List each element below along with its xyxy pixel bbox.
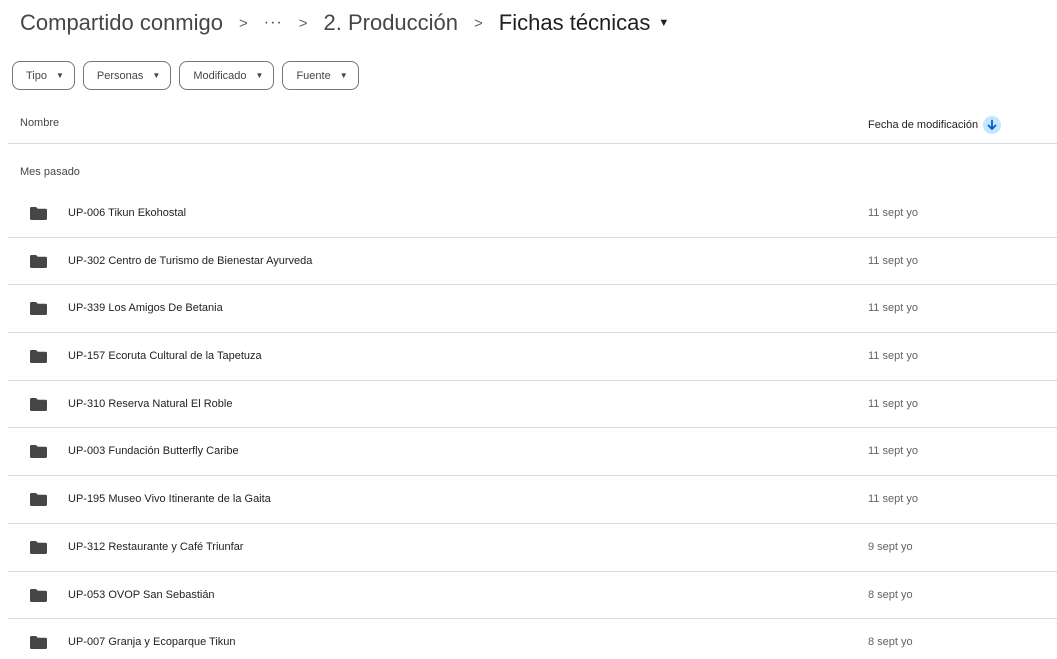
file-name: UP-195 Museo Vivo Itinerante de la Gaita: [68, 493, 271, 506]
folder-icon: [30, 493, 47, 507]
caret-down-icon: ▼: [56, 71, 64, 80]
folder-icon: [30, 350, 47, 364]
breadcrumb: Compartido conmigo > ··· > 2. Producción…: [16, 6, 673, 40]
file-row[interactable]: UP-195 Museo Vivo Itinerante de la Gaita…: [8, 476, 1057, 524]
caret-down-icon: ▼: [658, 17, 670, 29]
file-name: UP-302 Centro de Turismo de Bienestar Ay…: [68, 254, 313, 267]
file-name: UP-003 Fundación Butterfly Caribe: [68, 445, 239, 458]
filter-label: Tipo: [26, 69, 47, 82]
filter-modified-button[interactable]: Modificado ▼: [179, 61, 275, 90]
caret-down-icon: ▼: [339, 71, 348, 80]
folder-icon: [30, 207, 47, 220]
folder-icon: [30, 397, 47, 411]
current-folder-title: Fichas técnicas: [498, 10, 651, 35]
file-name: UP-157 Ecoruta Cultural de la Tapetuza: [68, 350, 262, 363]
file-row[interactable]: UP-312 Restaurante y Café Triunfar 9 sept…: [8, 524, 1057, 572]
chevron-right-icon: >: [298, 14, 308, 32]
filter-people-button[interactable]: Personas ▼: [82, 61, 172, 90]
chevron-right-icon: >: [238, 14, 248, 32]
caret-down-icon: ▼: [152, 71, 161, 80]
file-name: UP-007 Granja y Ecoparque Tikun: [68, 636, 236, 649]
filter-bar: Tipo ▼ Personas ▼ Modificado ▼ Fuente ▼: [12, 61, 359, 90]
file-row[interactable]: UP-157 Ecoruta Cultural de la Tapetuza 11…: [8, 333, 1057, 381]
file-name: UP-312 Restaurante y Café Triunfar: [68, 540, 244, 553]
breadcrumb-current-folder[interactable]: Fichas técnicas ▼: [495, 8, 674, 38]
file-row[interactable]: UP-310 Reserva Natural El Roble 11 sept y…: [8, 381, 1057, 429]
modified-date: 11 sept yo: [868, 397, 918, 410]
file-row[interactable]: UP-302 Centro de Turismo de Bienestar Ay…: [8, 238, 1057, 286]
breadcrumb-more-button[interactable]: ···: [260, 12, 287, 34]
file-list: UP-006 Tikun Ekohostal 11 sept yo UP-302 C…: [8, 190, 1057, 659]
folder-icon: [30, 588, 47, 602]
chevron-right-icon: >: [474, 14, 483, 32]
file-row[interactable]: UP-007 Granja y Ecoparque Tikun 8 sept yo: [8, 619, 1057, 659]
file-row[interactable]: UP-053 OVOP San Sebastián 8 sept yo: [8, 572, 1057, 620]
modified-date: 11 sept yo: [868, 493, 918, 506]
modified-date: 11 sept yo: [868, 254, 918, 267]
column-header-modified[interactable]: Fecha de modificación: [868, 116, 1002, 134]
filter-source-button[interactable]: Fuente ▼: [282, 61, 359, 90]
modified-date: 8 sept yo: [868, 636, 913, 649]
folder-icon: [30, 540, 47, 554]
file-name: UP-006 Tikun Ekohostal: [68, 207, 187, 219]
file-row[interactable]: UP-339 Los Amigos De Betania 11 sept yo: [8, 285, 1057, 334]
filter-label: Personas: [96, 69, 144, 82]
sort-descending-icon[interactable]: [983, 116, 1002, 134]
list-header: Nombre Fecha de modificación: [8, 104, 1057, 144]
folder-icon: [30, 302, 47, 316]
file-name: UP-310 Reserva Natural El Roble: [68, 397, 233, 410]
breadcrumb-produccion[interactable]: 2. Producción: [320, 8, 463, 38]
caret-down-icon: ▼: [255, 71, 264, 80]
modified-date: 11 sept yo: [868, 302, 918, 315]
breadcrumb-shared-with-me[interactable]: Compartido conmigo: [16, 8, 227, 38]
filter-type-button[interactable]: Tipo ▼: [12, 61, 75, 90]
modified-date: 11 sept yo: [868, 445, 918, 458]
file-name: UP-339 Los Amigos De Betania: [68, 302, 223, 315]
modified-date: 11 sept yo: [868, 350, 918, 363]
filter-label: Modificado: [193, 69, 247, 82]
modified-date: 11 sept yo: [868, 207, 918, 219]
folder-icon: [30, 445, 47, 459]
folder-icon: [30, 636, 47, 650]
group-header-last-month: Mes pasado: [20, 166, 80, 178]
column-header-modified-label: Fecha de modificación: [868, 119, 979, 131]
modified-date: 8 sept yo: [868, 588, 913, 601]
folder-icon: [30, 254, 47, 268]
modified-date: 9 sept yo: [868, 540, 913, 553]
file-row[interactable]: UP-006 Tikun Ekohostal 11 sept yo: [8, 190, 1057, 238]
file-row[interactable]: UP-003 Fundación Butterfly Caribe 11 sept…: [8, 428, 1057, 477]
column-header-name[interactable]: Nombre: [20, 117, 59, 129]
filter-label: Fuente: [296, 69, 331, 82]
file-name: UP-053 OVOP San Sebastián: [68, 588, 215, 601]
